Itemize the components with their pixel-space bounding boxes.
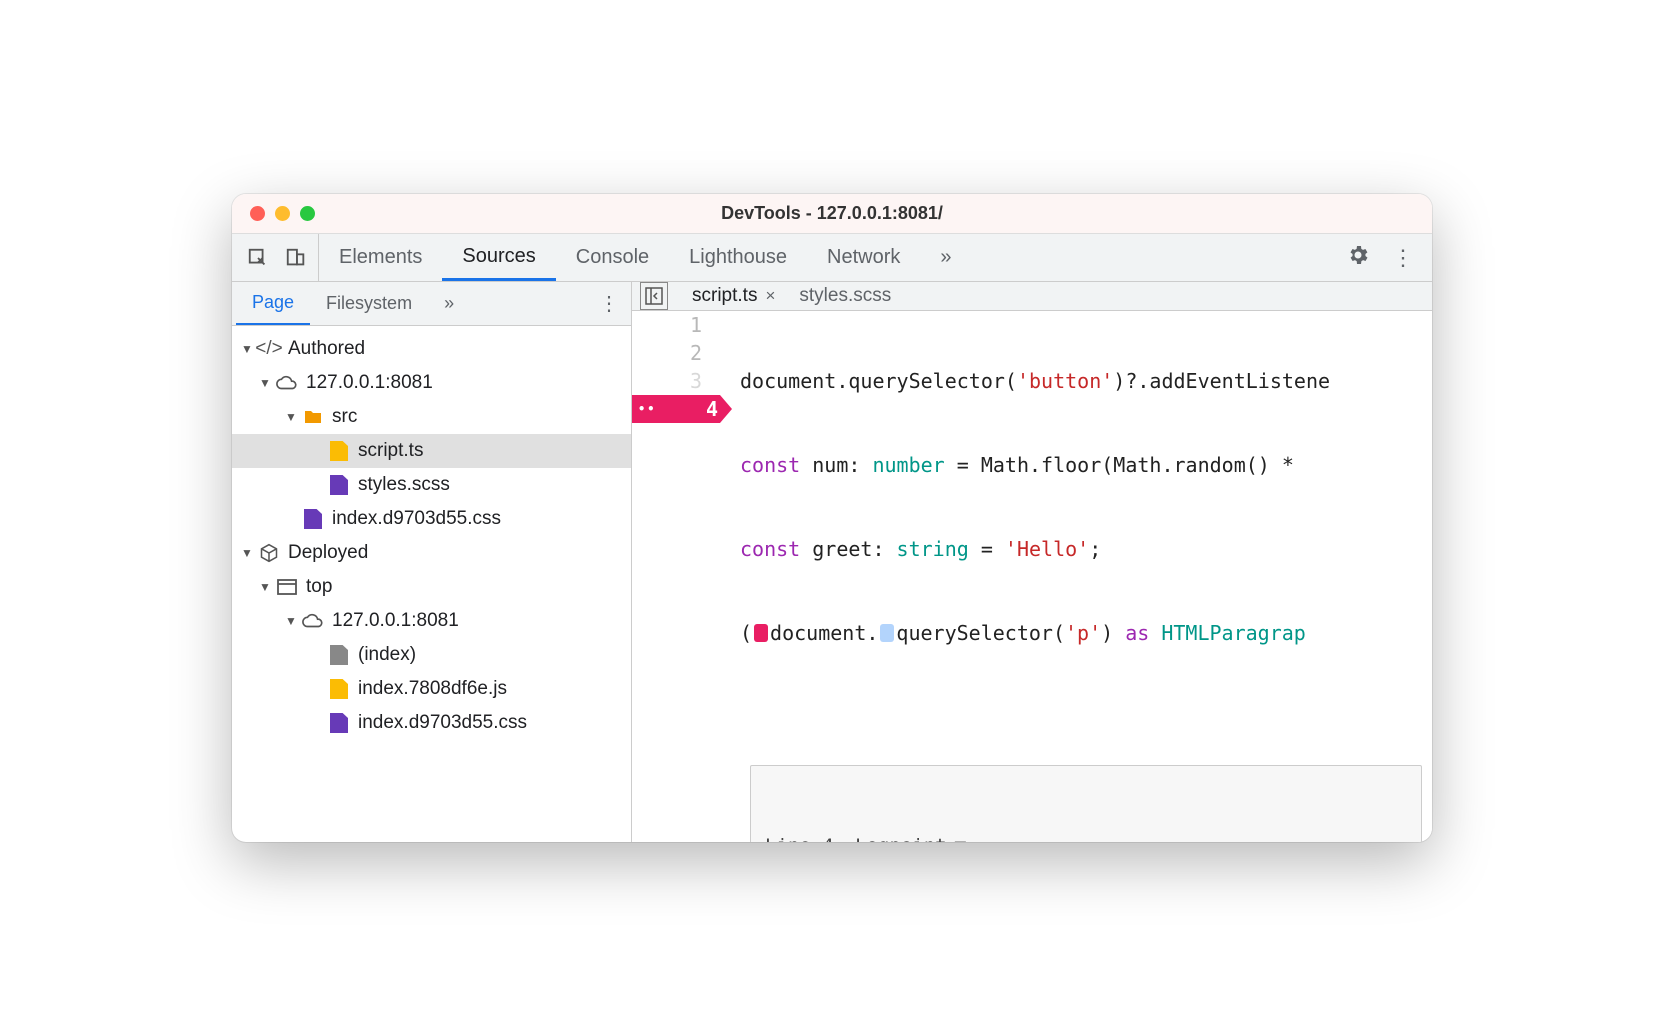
chevron-down-icon: ▼: [284, 614, 298, 628]
sidebar-more-icon[interactable]: ⋮: [587, 291, 631, 316]
editor-tab-styles-scss[interactable]: styles.scss: [789, 282, 901, 310]
tree-label: (index): [358, 644, 416, 666]
editor-pane: script.ts × styles.scss 1 2 3 4 4 documen…: [632, 282, 1432, 842]
tree-label: index.d9703d55.css: [332, 508, 501, 530]
tree-authored[interactable]: ▼ </> Authored: [232, 332, 631, 366]
tree-file-index-js[interactable]: index.7808df6e.js: [232, 672, 631, 706]
tree-label: 127.0.0.1:8081: [306, 372, 433, 394]
sidebar: Page Filesystem » ⋮ ▼ </> Authored ▼ 127.0.…: [232, 282, 632, 842]
toolbar-left: [232, 234, 319, 281]
cloud-icon: [276, 372, 298, 394]
cube-icon: [258, 542, 280, 564]
settings-icon[interactable]: [1346, 243, 1370, 272]
file-tree: ▼ </> Authored ▼ 127.0.0.1:8081 ▼ src script…: [232, 326, 631, 842]
tree-label: styles.scss: [358, 474, 450, 496]
inlay-hint-icon: [880, 624, 894, 642]
tree-label: src: [332, 406, 357, 428]
main-tabs-row: Elements Sources Console Lighthouse Netw…: [232, 234, 1432, 282]
body-split: Page Filesystem » ⋮ ▼ </> Authored ▼ 127.0.…: [232, 282, 1432, 842]
editor-tab-label: styles.scss: [799, 285, 891, 307]
logpoint-editor: Line 4: Logpoint ▼ "Your number is ", e …: [750, 765, 1422, 842]
device-toolbar-icon[interactable]: [284, 246, 308, 270]
inspect-element-icon[interactable]: [246, 246, 270, 270]
chevron-down-icon: ▼: [240, 342, 254, 356]
logpoint-type-selector[interactable]: Logpoint ▼: [855, 832, 966, 842]
sidebar-tabs-overflow-icon[interactable]: »: [428, 282, 470, 325]
tab-sources[interactable]: Sources: [442, 234, 555, 281]
tree-host-deployed[interactable]: ▼ 127.0.0.1:8081: [232, 604, 631, 638]
editor-tabs: script.ts × styles.scss: [632, 282, 1432, 311]
tree-label: script.ts: [358, 440, 423, 462]
tab-console[interactable]: Console: [556, 234, 669, 281]
js-file-icon: [328, 678, 350, 700]
tab-network[interactable]: Network: [807, 234, 920, 281]
toolbar-right: ⋮: [1346, 243, 1432, 272]
tree-file-index-css[interactable]: index.d9703d55.css: [232, 502, 631, 536]
sidebar-tab-page[interactable]: Page: [236, 282, 310, 325]
tabs-overflow-icon[interactable]: »: [920, 234, 971, 281]
tree-deployed[interactable]: ▼ Deployed: [232, 536, 631, 570]
line-number: 1: [632, 311, 716, 339]
logpoint-marker[interactable]: 4: [632, 395, 732, 423]
tree-file-styles-scss[interactable]: styles.scss: [232, 468, 631, 502]
ts-file-icon: [328, 440, 350, 462]
toggle-navigator-icon[interactable]: [640, 282, 668, 310]
chevron-down-icon: ▼: [258, 376, 272, 390]
tree-host-authored[interactable]: ▼ 127.0.0.1:8081: [232, 366, 631, 400]
kebab-menu-icon[interactable]: ⋮: [1392, 245, 1414, 271]
titlebar: DevTools - 127.0.0.1:8081/: [232, 194, 1432, 234]
close-tab-icon[interactable]: ×: [765, 286, 775, 306]
tree-label: index.d9703d55.css: [358, 712, 527, 734]
tab-lighthouse[interactable]: Lighthouse: [669, 234, 807, 281]
tab-elements[interactable]: Elements: [319, 234, 442, 281]
tree-label: Authored: [288, 338, 365, 360]
scss-file-icon: [328, 474, 350, 496]
tree-folder-src[interactable]: ▼ src: [232, 400, 631, 434]
tree-file-index[interactable]: (index): [232, 638, 631, 672]
tree-label: index.7808df6e.js: [358, 678, 507, 700]
line-number: 2: [632, 339, 716, 367]
line-number: 3: [632, 367, 716, 395]
devtools-window: DevTools - 127.0.0.1:8081/ Elements Sour…: [232, 194, 1432, 842]
tree-label: top: [306, 576, 332, 598]
tree-file-index-css-deployed[interactable]: index.d9703d55.css: [232, 706, 631, 740]
sidebar-tab-filesystem[interactable]: Filesystem: [310, 282, 428, 325]
css-file-icon: [328, 712, 350, 734]
logpoint-line-label: Line 4:: [765, 832, 845, 842]
tree-label: 127.0.0.1:8081: [332, 610, 459, 632]
editor-tab-script-ts[interactable]: script.ts ×: [682, 282, 785, 310]
tree-file-script-ts[interactable]: script.ts: [232, 434, 631, 468]
logpoint-header: Line 4: Logpoint ▼: [765, 832, 1407, 842]
css-file-icon: [302, 508, 324, 530]
file-icon: [328, 644, 350, 666]
frame-icon: [276, 576, 298, 598]
folder-icon: [302, 406, 324, 428]
chevron-down-icon: ▼: [284, 410, 298, 424]
cloud-icon: [302, 610, 324, 632]
chevron-down-icon: ▼: [240, 546, 254, 560]
tree-label: Deployed: [288, 542, 368, 564]
tree-top-frame[interactable]: ▼ top: [232, 570, 631, 604]
chevron-down-icon: ▼: [955, 832, 966, 842]
code-editor[interactable]: 1 2 3 4 4 document.querySelector('button…: [632, 311, 1432, 842]
main-tabs: Elements Sources Console Lighthouse Netw…: [319, 234, 972, 281]
sidebar-tabs: Page Filesystem » ⋮: [232, 282, 631, 326]
chevron-down-icon: ▼: [258, 580, 272, 594]
inlay-hint-icon: [754, 624, 768, 642]
line-gutter[interactable]: 1 2 3 4 4: [632, 311, 728, 842]
logpoint-type-label: Logpoint: [855, 832, 947, 842]
editor-tab-label: script.ts: [692, 285, 757, 307]
window-title: DevTools - 127.0.0.1:8081/: [232, 203, 1432, 224]
code-icon: </>: [258, 338, 280, 360]
code-content[interactable]: document.querySelector('button')?.addEve…: [728, 311, 1432, 842]
